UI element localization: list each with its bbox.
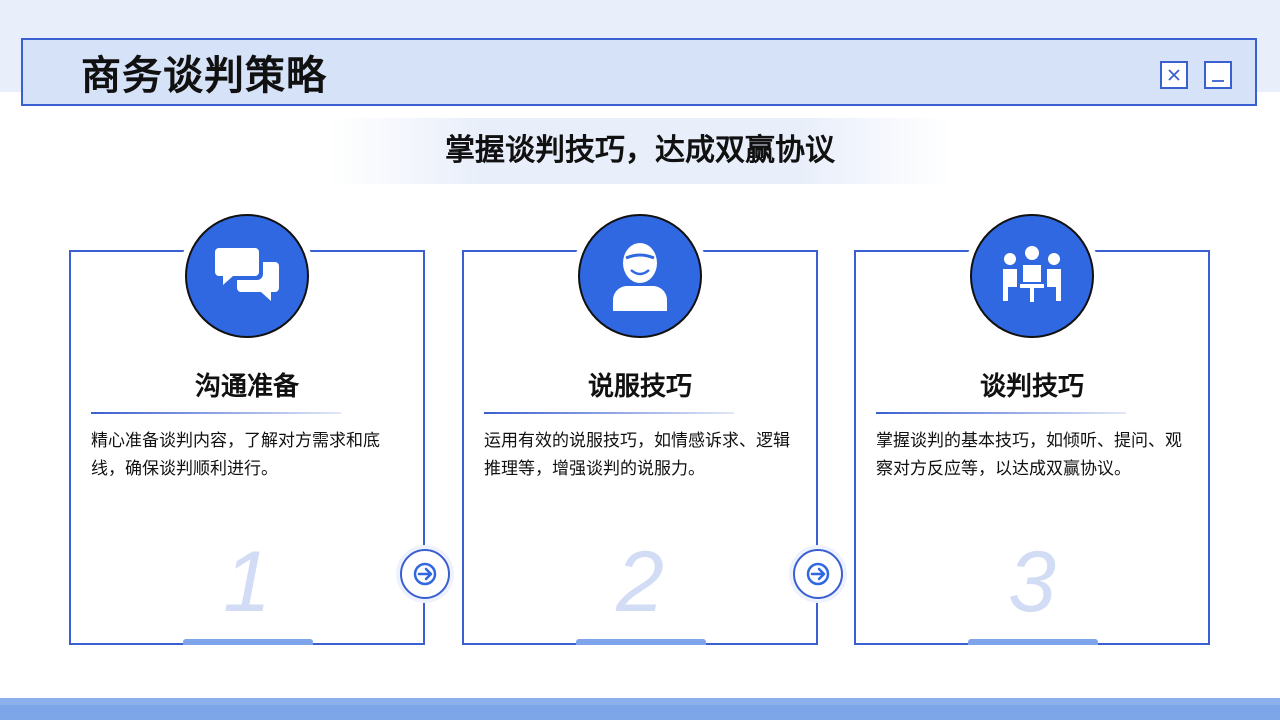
close-icon [1168, 69, 1180, 81]
card-divider [484, 412, 734, 414]
close-button[interactable] [1160, 61, 1188, 89]
card-heading: 沟通准备 [194, 372, 299, 402]
card-heading: 谈判技巧 [979, 372, 1084, 402]
chat-bubbles-icon [215, 248, 279, 301]
card-bottom-bar [576, 639, 706, 645]
person-icon-circle [578, 214, 702, 338]
meeting-people-icon [1003, 246, 1061, 302]
card-number: 1 [223, 534, 271, 630]
next-step-arrow[interactable] [793, 549, 843, 599]
subtitle: 掌握谈判技巧，达成双赢协议 [445, 133, 835, 168]
minimize-button[interactable] [1204, 61, 1232, 89]
subtitle-banner: 掌握谈判技巧，达成双赢协议 [330, 118, 950, 184]
chat-bubbles-icon-circle [185, 214, 309, 338]
arrow-right-icon [806, 562, 830, 586]
card-description: 精心准备谈判内容，了解对方需求和底线，确保谈判顺利进行。 [91, 431, 380, 479]
card-heading: 说服技巧 [587, 372, 692, 402]
arrow-right-icon [413, 562, 437, 586]
footer-accent [0, 705, 1280, 720]
minimize-icon [1212, 80, 1224, 82]
card-number: 2 [616, 534, 664, 630]
card-divider [91, 412, 341, 414]
meeting-people-icon-circle [970, 214, 1094, 338]
card-bottom-bar [968, 639, 1098, 645]
next-step-arrow[interactable] [400, 549, 450, 599]
card-divider [876, 412, 1126, 414]
person-icon [613, 243, 667, 311]
card-description: 运用有效的说服技巧，如情感诉求、逻辑推理等，增强谈判的说服力。 [484, 431, 790, 479]
card-bottom-bar [183, 639, 313, 645]
title-bar: 商务谈判策略 [21, 38, 1257, 106]
card-number: 3 [1008, 534, 1056, 630]
card-description: 掌握谈判的基本技巧，如倾听、提问、观察对方反应等，以达成双赢协议。 [876, 431, 1182, 479]
page-title: 商务谈判策略 [81, 53, 327, 99]
